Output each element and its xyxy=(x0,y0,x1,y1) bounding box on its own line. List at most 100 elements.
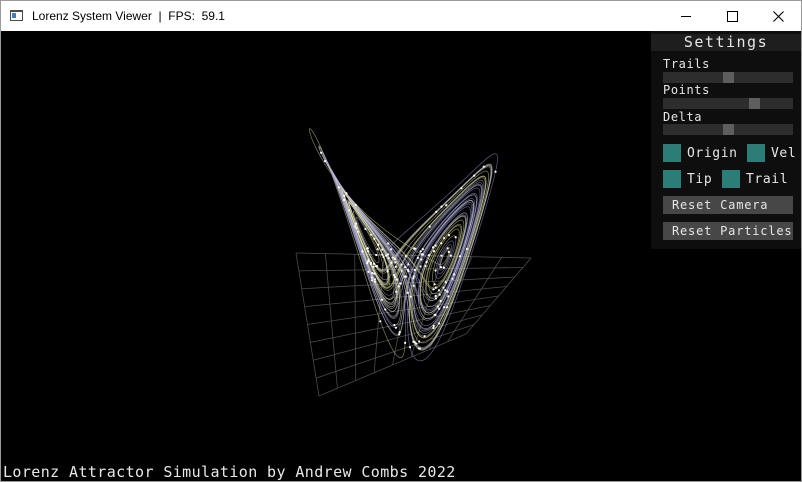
particle-tip xyxy=(446,290,449,293)
particle-tip xyxy=(449,254,452,257)
particle-tip xyxy=(395,278,399,281)
particle-tip xyxy=(458,255,462,258)
particle-tip xyxy=(395,290,398,293)
maximize-icon xyxy=(726,10,738,22)
origin-checkbox[interactable] xyxy=(663,144,681,162)
particle-tip xyxy=(440,242,443,245)
minimize-icon xyxy=(681,15,691,17)
particle-tip xyxy=(433,313,436,316)
particle-tip xyxy=(424,265,427,268)
reset-particles-button[interactable]: Reset Particles xyxy=(663,222,793,240)
particle-tip xyxy=(418,347,421,350)
app-window: Lorenz System Viewer | FPS: 59.1 Setting… xyxy=(0,0,802,482)
particle-tip xyxy=(447,234,451,237)
particle-tip xyxy=(366,250,370,253)
particle-tip xyxy=(434,294,437,297)
particle-tip xyxy=(435,210,438,213)
render-viewport[interactable]: Settings Trails Points Delta Origin Vel … xyxy=(1,31,801,481)
particle-tip xyxy=(412,340,415,343)
tip-checkbox[interactable] xyxy=(663,170,681,188)
particle-tip xyxy=(432,326,435,330)
maximize-button[interactable] xyxy=(709,1,755,31)
trail-checkbox-label: Trail xyxy=(746,172,789,187)
trail-checkbox[interactable] xyxy=(722,170,740,188)
particle-tip xyxy=(375,265,379,268)
particle-tip xyxy=(354,203,357,207)
delta-slider-thumb[interactable] xyxy=(723,124,734,135)
close-button[interactable] xyxy=(755,1,801,31)
particle-tip xyxy=(386,270,389,273)
particle-tip xyxy=(404,266,407,269)
particle-tip xyxy=(390,248,393,251)
grid-line xyxy=(318,333,467,397)
particle-tip xyxy=(440,254,443,257)
particle-tip xyxy=(434,297,438,300)
particle-tip xyxy=(442,266,445,269)
vel-checkbox[interactable] xyxy=(747,144,765,162)
particle-tip xyxy=(394,261,397,264)
particle-tip xyxy=(432,288,435,291)
particle-tip xyxy=(355,222,358,225)
particle-tip xyxy=(438,307,441,310)
particle-tip xyxy=(444,281,447,284)
particle-tip xyxy=(400,263,403,266)
particle-tip xyxy=(387,242,390,245)
particle-tip xyxy=(421,253,424,256)
particle-tip xyxy=(436,305,439,308)
points-slider[interactable] xyxy=(663,98,793,109)
particle-tip xyxy=(406,291,409,294)
delta-slider-label: Delta xyxy=(663,110,703,124)
particle-tip xyxy=(427,254,430,257)
particle-tip xyxy=(375,253,378,257)
particle-tip xyxy=(413,268,416,271)
particle-tip xyxy=(443,237,446,240)
particle-tip xyxy=(380,298,383,301)
particle-tip xyxy=(382,255,385,259)
particle-tip xyxy=(414,247,417,250)
particle-tip xyxy=(412,277,415,280)
particle-tip xyxy=(412,275,415,278)
particle-tip xyxy=(454,236,457,239)
particle-tip xyxy=(376,248,379,251)
particle-tip xyxy=(364,227,367,230)
particle-tip xyxy=(381,248,384,251)
delta-slider[interactable] xyxy=(663,124,793,135)
particle-tip xyxy=(419,250,422,253)
particle-tip xyxy=(444,289,447,292)
particle-tip xyxy=(372,262,376,265)
particle-tip xyxy=(438,293,441,296)
trails-slider-label: Trails xyxy=(663,57,710,71)
particle-tip xyxy=(337,186,340,189)
particle-tip xyxy=(386,253,389,256)
particle-tip xyxy=(354,225,357,228)
particle-tip xyxy=(365,247,368,250)
particle-tip xyxy=(373,237,376,240)
title-bar[interactable]: Lorenz System Viewer | FPS: 59.1 xyxy=(1,1,801,31)
settings-panel: Settings Trails Points Delta Origin Vel … xyxy=(651,31,801,249)
particle-tip xyxy=(385,254,388,257)
particle-tip xyxy=(398,333,401,336)
minimize-button[interactable] xyxy=(663,1,709,31)
particle-tip xyxy=(420,258,423,261)
trails-slider-thumb[interactable] xyxy=(723,72,734,83)
particle-tip xyxy=(361,250,364,253)
points-slider-thumb[interactable] xyxy=(749,98,760,109)
particle-tip xyxy=(440,205,443,208)
particle-tip xyxy=(428,225,431,228)
particle-tip xyxy=(393,258,397,261)
particle-tip xyxy=(371,279,374,282)
reset-camera-button[interactable]: Reset Camera xyxy=(663,196,793,214)
particle-tip xyxy=(324,160,327,163)
particle-tip xyxy=(447,295,450,298)
particle-tip xyxy=(404,341,407,344)
settings-title[interactable]: Settings xyxy=(651,34,801,51)
trails-slider[interactable] xyxy=(663,72,793,83)
vel-checkbox-label: Vel xyxy=(771,146,797,161)
particle-tip xyxy=(432,250,436,253)
particle-tip xyxy=(387,257,390,260)
particle-tip xyxy=(320,151,323,154)
particle-tip xyxy=(393,324,396,327)
particle-tip xyxy=(433,283,436,286)
particle-tip xyxy=(494,170,497,173)
particle-tip xyxy=(407,263,410,266)
